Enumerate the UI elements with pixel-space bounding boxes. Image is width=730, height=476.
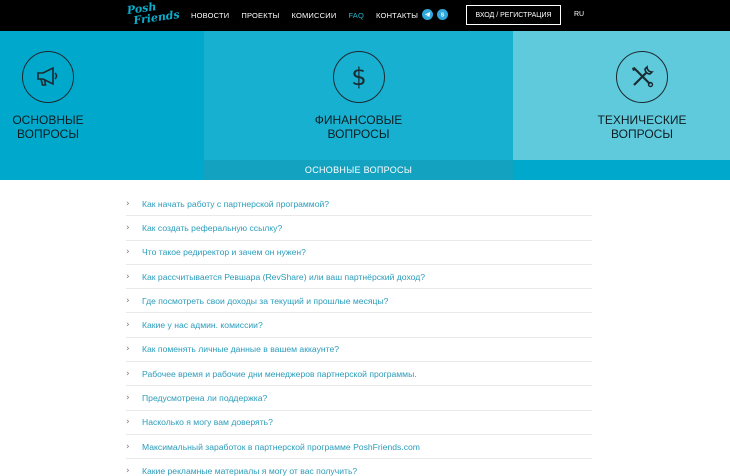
top-header: Posh Friends НОВОСТИ ПРОЕКТЫ КОМИССИИ FA… xyxy=(0,0,730,31)
category-tiles: ОСНОВНЫЕ ВОПРОСЫ $ ФИНАНСОВЫЕ ВОПРОСЫ ТЕ… xyxy=(0,31,730,160)
skype-icon[interactable]: S xyxy=(437,9,448,20)
chevron-right-icon: › xyxy=(126,368,130,379)
faq-question[interactable]: Как создать реферальную ссылку? xyxy=(142,223,282,233)
chevron-right-icon: › xyxy=(126,344,130,355)
nav-commissions[interactable]: КОМИССИИ xyxy=(291,11,336,20)
nav-projects[interactable]: ПРОЕКТЫ xyxy=(241,11,279,20)
chevron-right-icon: › xyxy=(126,320,130,331)
login-register-button[interactable]: ВХОД / РЕГИСТРАЦИЯ xyxy=(466,5,561,25)
faq-question[interactable]: Максимальный заработок в партнерской про… xyxy=(142,442,420,452)
chevron-right-icon: › xyxy=(126,417,130,428)
logo[interactable]: Posh Friends xyxy=(126,0,180,33)
section-bar: ОСНОВНЫЕ ВОПРОСЫ xyxy=(0,160,730,180)
dollar-icon: $ xyxy=(332,51,385,103)
nav-contacts[interactable]: КОНТАКТЫ xyxy=(376,11,418,20)
faq-question[interactable]: Какие рекламные материалы я могу от вас … xyxy=(142,466,357,476)
tile-financial-questions[interactable]: $ ФИНАНСОВЫЕ ВОПРОСЫ xyxy=(204,31,513,160)
faq-question[interactable]: Как рассчитывается Ревшара (RevShare) ил… xyxy=(142,272,425,282)
faq-question[interactable]: Как начать работу с партнерской программ… xyxy=(142,199,329,209)
tile-financial-label: ФИНАНСОВЫЕ ВОПРОСЫ xyxy=(314,113,403,141)
language-selector[interactable]: RU xyxy=(574,11,584,18)
faq-item[interactable]: › Максимальный заработок в партнерской пр… xyxy=(126,435,592,460)
chevron-right-icon: › xyxy=(126,295,130,306)
faq-question[interactable]: Как поменять личные данные в вашем аккау… xyxy=(142,344,339,354)
faq-question[interactable]: Насколько я могу вам доверять? xyxy=(142,417,273,427)
faq-question[interactable]: Какие у нас админ. комиссии? xyxy=(142,320,263,330)
chevron-right-icon: › xyxy=(126,393,130,404)
faq-item[interactable]: › Где посмотреть свои доходы за текущий и… xyxy=(126,289,592,314)
chevron-right-icon: › xyxy=(126,247,130,258)
chevron-right-icon: › xyxy=(126,271,130,282)
chevron-right-icon: › xyxy=(126,198,130,209)
chevron-right-icon: › xyxy=(126,465,130,476)
faq-item[interactable]: › Что такое редиректор и зачем он нужен? xyxy=(126,241,592,265)
nav-faq[interactable]: FAQ xyxy=(348,11,364,20)
faq-list: › Как начать работу с партнерской програм… xyxy=(126,192,592,476)
faq-item[interactable]: › Как рассчитывается Ревшара (RevShare) и… xyxy=(126,265,592,290)
tile-technical-label: ТЕХНИЧЕСКИЕ ВОПРОСЫ xyxy=(597,113,687,141)
faq-item[interactable]: › Какие рекламные материалы я могу от вас… xyxy=(126,459,592,476)
faq-question[interactable]: Рабочее время и рабочие дни менеджеров п… xyxy=(142,369,417,379)
faq-question[interactable]: Предусмотрена ли поддержка? xyxy=(142,393,267,403)
faq-question[interactable]: Где посмотреть свои доходы за текущий и … xyxy=(142,296,388,306)
faq-question[interactable]: Что такое редиректор и зачем он нужен? xyxy=(142,247,306,257)
megaphone-icon xyxy=(22,51,74,103)
main-nav: НОВОСТИ ПРОЕКТЫ КОМИССИИ FAQ КОНТАКТЫ xyxy=(191,0,430,31)
faq-item[interactable]: › Предусмотрена ли поддержка? xyxy=(126,386,592,411)
tile-general-questions[interactable]: ОСНОВНЫЕ ВОПРОСЫ xyxy=(0,31,204,160)
faq-item[interactable]: › Рабочее время и рабочие дни менеджеров … xyxy=(126,362,592,387)
svg-text:S: S xyxy=(441,13,445,18)
faq-item[interactable]: › Какие у нас админ. комиссии? xyxy=(126,313,592,338)
faq-item[interactable]: › Как создать реферальную ссылку? xyxy=(126,216,592,241)
faq-item[interactable]: › Как поменять личные данные в вашем акка… xyxy=(126,338,592,363)
faq-item[interactable]: › Насколько я могу вам доверять? xyxy=(126,411,592,435)
tile-general-label: ОСНОВНЫЕ ВОПРОСЫ xyxy=(12,113,84,141)
svg-text:$: $ xyxy=(351,63,366,91)
tools-icon xyxy=(616,51,668,103)
chevron-right-icon: › xyxy=(126,222,130,233)
chevron-right-icon: › xyxy=(126,441,130,452)
telegram-icon[interactable] xyxy=(422,9,433,20)
tile-technical-questions[interactable]: ТЕХНИЧЕСКИЕ ВОПРОСЫ xyxy=(513,31,730,160)
nav-news[interactable]: НОВОСТИ xyxy=(191,11,229,20)
section-title: ОСНОВНЫЕ ВОПРОСЫ xyxy=(204,160,513,180)
faq-item[interactable]: › Как начать работу с партнерской програм… xyxy=(126,192,592,217)
